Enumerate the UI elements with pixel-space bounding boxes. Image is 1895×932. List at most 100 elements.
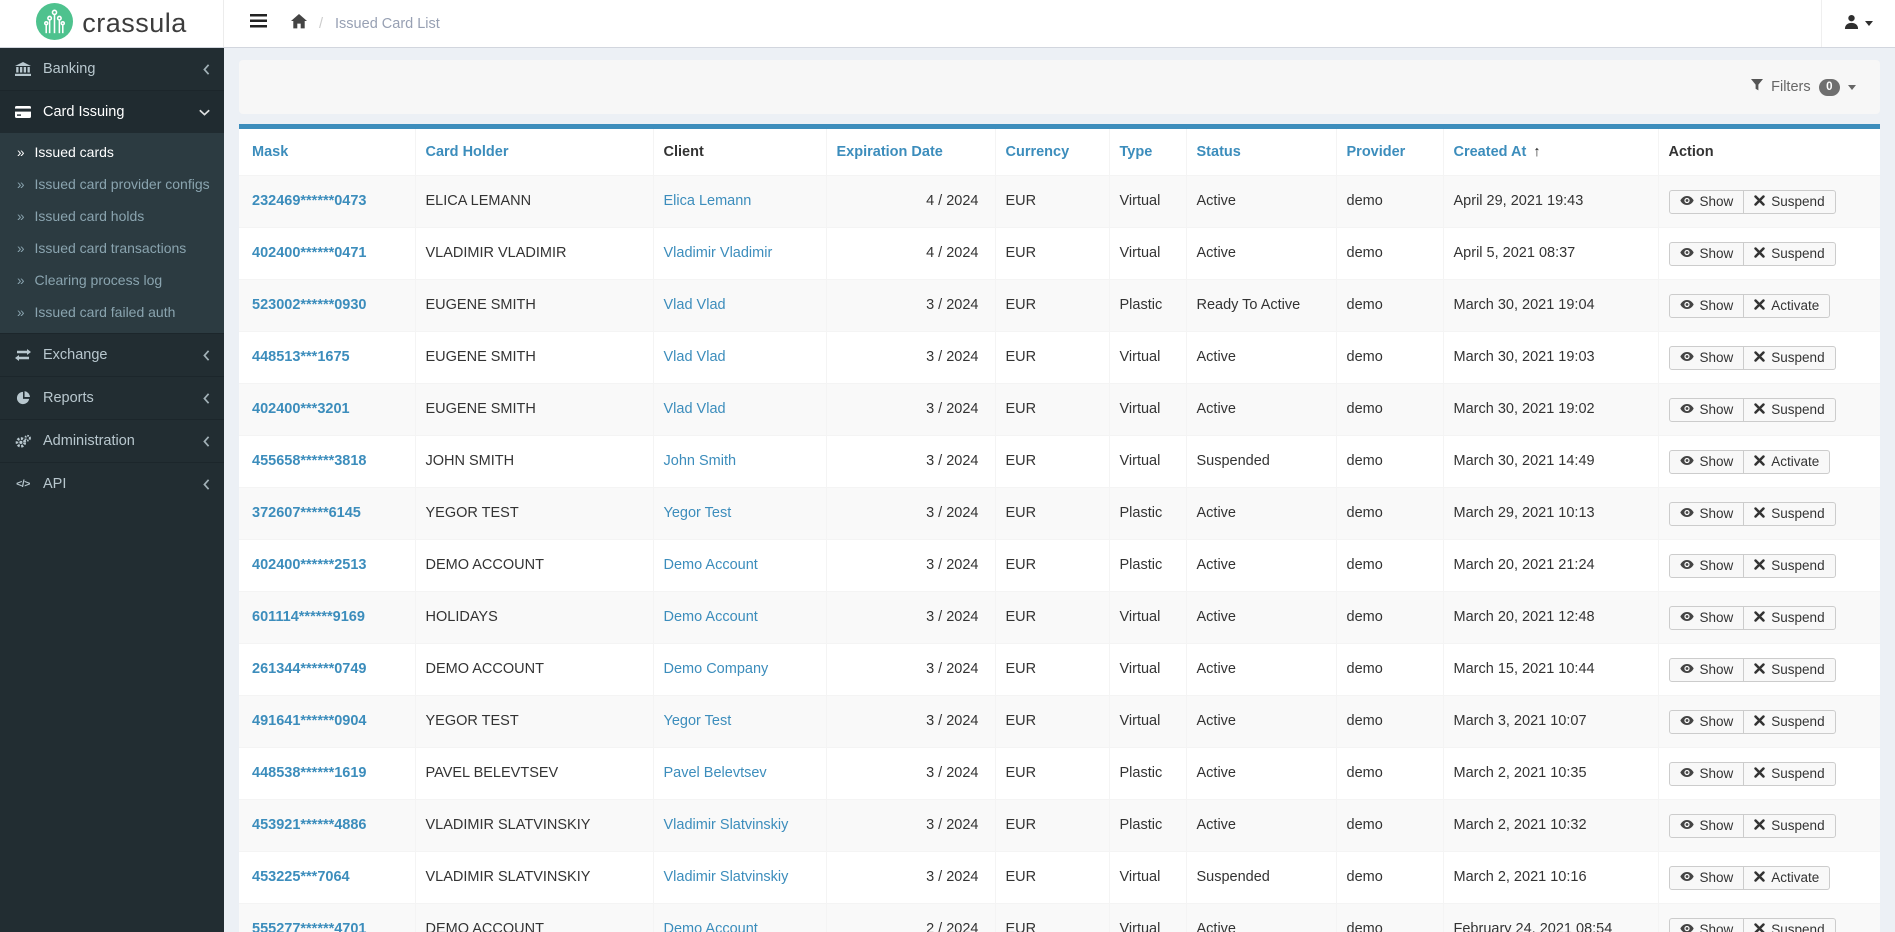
brand-logo[interactable]: crassula [0,0,224,47]
suspend-button[interactable]: Suspend [1743,501,1836,526]
client-link[interactable]: Demo Account [664,921,758,932]
type-cell: Virtual [1108,695,1186,748]
mask-link[interactable]: 232469******0473 [252,193,367,209]
client-link[interactable]: Vlad Vlad [664,401,726,417]
sidebar-item-banking[interactable]: Banking [0,48,224,90]
show-button[interactable]: Show [1668,709,1745,734]
suspend-button[interactable]: Suspend [1743,397,1836,422]
sidebar-item-issued-card-provider-configs[interactable]: » Issued card provider configs [0,168,224,200]
client-link[interactable]: Vladimir Slatvinskiy [664,817,789,833]
client-link[interactable]: Elica Lemann [664,193,752,209]
client-link[interactable]: Demo Account [664,557,758,573]
mask-link[interactable]: 453921******4886 [252,817,367,833]
mask-link[interactable]: 455658******3818 [252,453,367,469]
sidebar-item-clearing-process-log[interactable]: » Clearing process log [0,264,224,296]
activate-button[interactable]: Activate [1743,865,1831,890]
column-header-status[interactable]: Status [1185,129,1336,176]
table-row: 261344******0749 DEMO ACCOUNT Demo Compa… [239,643,1880,696]
show-button[interactable]: Show [1668,293,1745,318]
mask-link[interactable]: 601114******9169 [252,609,365,625]
suspend-button[interactable]: Suspend [1743,345,1836,370]
client-link[interactable]: Pavel Belevtsev [664,765,767,781]
show-button[interactable]: Show [1668,605,1745,630]
mask-link[interactable]: 523002******0930 [252,297,367,313]
mask-link[interactable]: 402400******0471 [252,245,367,261]
show-button[interactable]: Show [1668,345,1745,370]
sidebar-item-card-issuing[interactable]: Card Issuing [0,90,224,133]
mask-link[interactable]: 402400******2513 [252,557,367,573]
suspend-button[interactable]: Suspend [1743,189,1836,214]
currency-cell: EUR [994,175,1109,228]
sidebar-item-issued-card-transactions[interactable]: » Issued card transactions [0,232,224,264]
status-cell: Active [1185,331,1336,384]
suspend-button[interactable]: Suspend [1743,605,1836,630]
client-link[interactable]: John Smith [664,453,737,469]
show-button[interactable]: Show [1668,553,1745,578]
suspend-button[interactable]: Suspend [1743,553,1836,578]
double-angle-icon: » [17,272,25,288]
status-cell: Active [1185,175,1336,228]
sidebar-item-issued-card-holds[interactable]: » Issued card holds [0,200,224,232]
activate-button[interactable]: Activate [1743,293,1831,318]
suspend-button[interactable]: Suspend [1743,709,1836,734]
column-header-created-at[interactable]: Created At ↑ [1442,129,1658,176]
created-at-cell: April 5, 2021 08:37 [1442,227,1658,280]
sidebar-item-issued-cards[interactable]: » Issued cards [0,136,224,168]
show-button[interactable]: Show [1668,189,1745,214]
row-actions: Show Suspend [1668,501,1836,526]
filters-button[interactable]: Filters 0 [1751,78,1856,96]
column-header-currency[interactable]: Currency [994,129,1109,176]
client-link[interactable]: Vladimir Slatvinskiy [664,869,789,885]
client-link[interactable]: Yegor Test [664,505,732,521]
status-cell: Active [1185,591,1336,644]
activate-button[interactable]: Activate [1743,449,1831,474]
mask-link[interactable]: 372607*****6145 [252,505,361,521]
currency-cell: EUR [994,643,1109,696]
sidebar-item-api[interactable]: </> API [0,462,224,505]
show-button[interactable]: Show [1668,917,1745,932]
created-at-cell: March 20, 2021 12:48 [1442,591,1658,644]
column-header-expiration-date[interactable]: Expiration Date [825,129,995,176]
suspend-button[interactable]: Suspend [1743,657,1836,682]
show-button[interactable]: Show [1668,761,1745,786]
sidebar-toggle-button[interactable] [244,10,273,37]
mask-link[interactable]: 448513***1675 [252,349,350,365]
mask-link[interactable]: 491641******0904 [252,713,367,729]
type-cell: Virtual [1108,643,1186,696]
mask-link[interactable]: 453225***7064 [252,869,350,885]
user-menu-button[interactable] [1821,0,1895,47]
column-header-provider[interactable]: Provider [1335,129,1443,176]
suspend-button[interactable]: Suspend [1743,917,1836,932]
breadcrumb-home-link[interactable] [291,14,307,33]
client-link[interactable]: Demo Account [664,609,758,625]
column-header-card-holder[interactable]: Card Holder [414,129,653,176]
client-link[interactable]: Vlad Vlad [664,349,726,365]
show-button[interactable]: Show [1668,813,1745,838]
client-link[interactable]: Demo Company [664,661,769,677]
show-button[interactable]: Show [1668,501,1745,526]
show-button[interactable]: Show [1668,449,1745,474]
client-link[interactable]: Yegor Test [664,713,732,729]
sidebar-item-issued-card-failed-auth[interactable]: » Issued card failed auth [0,296,224,328]
suspend-button[interactable]: Suspend [1743,813,1836,838]
sidebar-item-administration[interactable]: Administration [0,419,224,462]
mask-link[interactable]: 402400***3201 [252,401,350,417]
show-button[interactable]: Show [1668,865,1745,890]
client-link[interactable]: Vlad Vlad [664,297,726,313]
suspend-button[interactable]: Suspend [1743,241,1836,266]
column-header-mask[interactable]: Mask [239,129,415,176]
client-link[interactable]: Vladimir Vladimir [664,245,773,261]
currency-cell: EUR [994,279,1109,332]
table-row: 455658******3818 JOHN SMITH John Smith 3… [239,435,1880,488]
mask-link[interactable]: 448538******1619 [252,765,367,781]
show-button[interactable]: Show [1668,397,1745,422]
suspend-button[interactable]: Suspend [1743,761,1836,786]
column-header-type[interactable]: Type [1108,129,1186,176]
show-button[interactable]: Show [1668,241,1745,266]
sidebar-item-exchange[interactable]: Exchange [0,333,224,376]
show-button[interactable]: Show [1668,657,1745,682]
sidebar-item-reports[interactable]: Reports [0,376,224,419]
mask-link[interactable]: 261344******0749 [252,661,367,677]
chevron-down-icon [1865,21,1873,26]
mask-link[interactable]: 555277******4701 [252,921,367,932]
